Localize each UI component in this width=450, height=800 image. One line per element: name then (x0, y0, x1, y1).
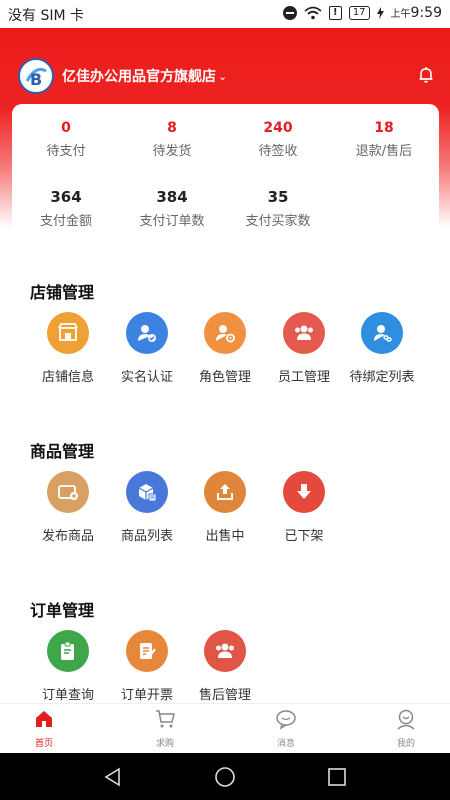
delisted-button[interactable]: 已下架 (265, 471, 343, 544)
tab-messages[interactable]: 消息 (256, 708, 316, 749)
store-info-button[interactable]: 店铺信息 (29, 312, 107, 385)
svg-text:B: B (30, 70, 42, 89)
support-team-icon (204, 630, 246, 672)
stat-value: 240 (263, 120, 293, 136)
item-label: 实名认证 (120, 370, 173, 385)
publish-product-button[interactable]: 发布商品 (29, 471, 107, 544)
clock-time: 9:59 (410, 5, 442, 21)
item-label: 店铺信息 (41, 370, 94, 385)
carrier-text: 没有 SIM 卡 (8, 8, 84, 24)
user-link-icon (361, 312, 403, 354)
stat-value: 18 (374, 120, 394, 136)
item-label: 已下架 (284, 529, 324, 544)
order-invoice-button[interactable]: 订单开票 (108, 630, 186, 703)
role-management-button[interactable]: 角色管理 (186, 312, 264, 385)
stat-value: 35 (267, 188, 289, 206)
stat-label: 退款/售后 (355, 144, 413, 159)
on-sale-button[interactable]: 出售中 (186, 471, 264, 544)
status-icons: ! 17 上午9:59 (282, 5, 442, 21)
download-arrow-icon (283, 471, 325, 513)
invoice-icon (126, 630, 168, 672)
back-icon[interactable] (102, 766, 124, 788)
stat-label: 支付金额 (39, 214, 92, 229)
stat-label: 待发货 (152, 144, 192, 159)
tab-purchase-request[interactable]: 求购 (135, 708, 195, 749)
item-label: 订单查询 (41, 688, 94, 703)
charging-icon (376, 7, 384, 19)
chevron-down-icon: ⌄ (218, 69, 228, 83)
stat-payment-orders: 384 支付订单数 (122, 188, 222, 229)
section-title-order: 订单管理 (30, 601, 95, 620)
message-icon (276, 710, 296, 730)
recents-icon[interactable] (326, 766, 348, 788)
item-label: 角色管理 (198, 370, 251, 385)
item-label: 售后管理 (198, 688, 251, 703)
team-icon (283, 312, 325, 354)
verified-user-icon (126, 312, 168, 354)
bell-icon[interactable] (416, 65, 436, 85)
stat-label: 待支付 (46, 144, 86, 159)
section-title-store: 店铺管理 (30, 283, 95, 302)
store-logo-icon: B (18, 58, 54, 94)
stat-pending-receipt[interactable]: 240 待签收 (228, 120, 328, 159)
item-label: 商品列表 (120, 529, 173, 544)
real-name-verification-button[interactable]: 实名认证 (108, 312, 186, 385)
stat-refund-aftersale[interactable]: 18 退款/售后 (334, 120, 434, 159)
stat-pending-shipment[interactable]: 8 待发货 (122, 120, 222, 159)
stat-pending-payment[interactable]: 0 待支付 (16, 120, 116, 159)
do-not-disturb-icon (282, 6, 297, 20)
stat-value: 384 (156, 188, 188, 206)
product-list-button[interactable]: 商品列表 (108, 471, 186, 544)
item-label: 订单开票 (120, 688, 173, 703)
item-label: 发布商品 (41, 529, 94, 544)
stat-value: 364 (50, 188, 82, 206)
order-query-button[interactable]: 订单查询 (29, 630, 107, 703)
aftersale-management-button[interactable]: 售后管理 (186, 630, 264, 703)
bottom-nav: 首页 求购 消息 我的 (0, 703, 450, 753)
tab-label: 首页 (34, 739, 53, 749)
tab-profile[interactable]: 我的 (376, 708, 436, 749)
item-label: 待绑定列表 (349, 370, 415, 385)
clipboard-search-icon (47, 630, 89, 672)
home-icon (36, 711, 52, 727)
stat-label: 待签收 (258, 144, 298, 159)
box-list-icon (126, 471, 168, 513)
alert-icon: ! (328, 6, 342, 20)
tab-home[interactable]: 首页 (14, 708, 74, 749)
staff-management-button[interactable]: 员工管理 (265, 312, 343, 385)
stat-label: 支付订单数 (139, 214, 205, 229)
card-add-icon (47, 471, 89, 513)
stat-payment-buyers: 35 支付买家数 (228, 188, 328, 229)
stat-value: 8 (167, 120, 177, 136)
profile-icon (397, 709, 415, 730)
store-switcher[interactable]: B 亿佳办公用品官方旗舰店 ⌄ (18, 58, 227, 94)
stats-card: 0 待支付 8 待发货 240 待签收 18 退款/售后 364 支付金额 38… (12, 104, 439, 244)
clock: 上午9:59 (391, 5, 442, 21)
stat-label: 支付买家数 (245, 214, 311, 229)
upload-box-icon (204, 471, 246, 513)
user-settings-icon (204, 312, 246, 354)
status-bar: 没有 SIM 卡 ! 17 上午9:59 (0, 0, 450, 28)
item-label: 出售中 (205, 529, 245, 544)
stat-value: 0 (61, 120, 71, 136)
home-circle-icon[interactable] (214, 766, 236, 788)
tab-label: 消息 (276, 739, 295, 749)
cart-icon (156, 710, 175, 728)
item-label: 员工管理 (277, 370, 330, 385)
clock-ampm: 上午 (390, 9, 411, 20)
battery-icon: 17 (348, 6, 370, 20)
section-title-product: 商品管理 (30, 442, 95, 461)
stat-payment-amount: 364 支付金额 (16, 188, 116, 229)
pending-binding-list-button[interactable]: 待绑定列表 (343, 312, 421, 385)
system-nav-bar (0, 753, 450, 800)
wifi-icon (304, 6, 322, 20)
tab-label: 我的 (396, 739, 415, 749)
storefront-icon (47, 312, 89, 354)
store-name: 亿佳办公用品官方旗舰店 (62, 69, 216, 85)
tab-label: 求购 (155, 739, 174, 749)
